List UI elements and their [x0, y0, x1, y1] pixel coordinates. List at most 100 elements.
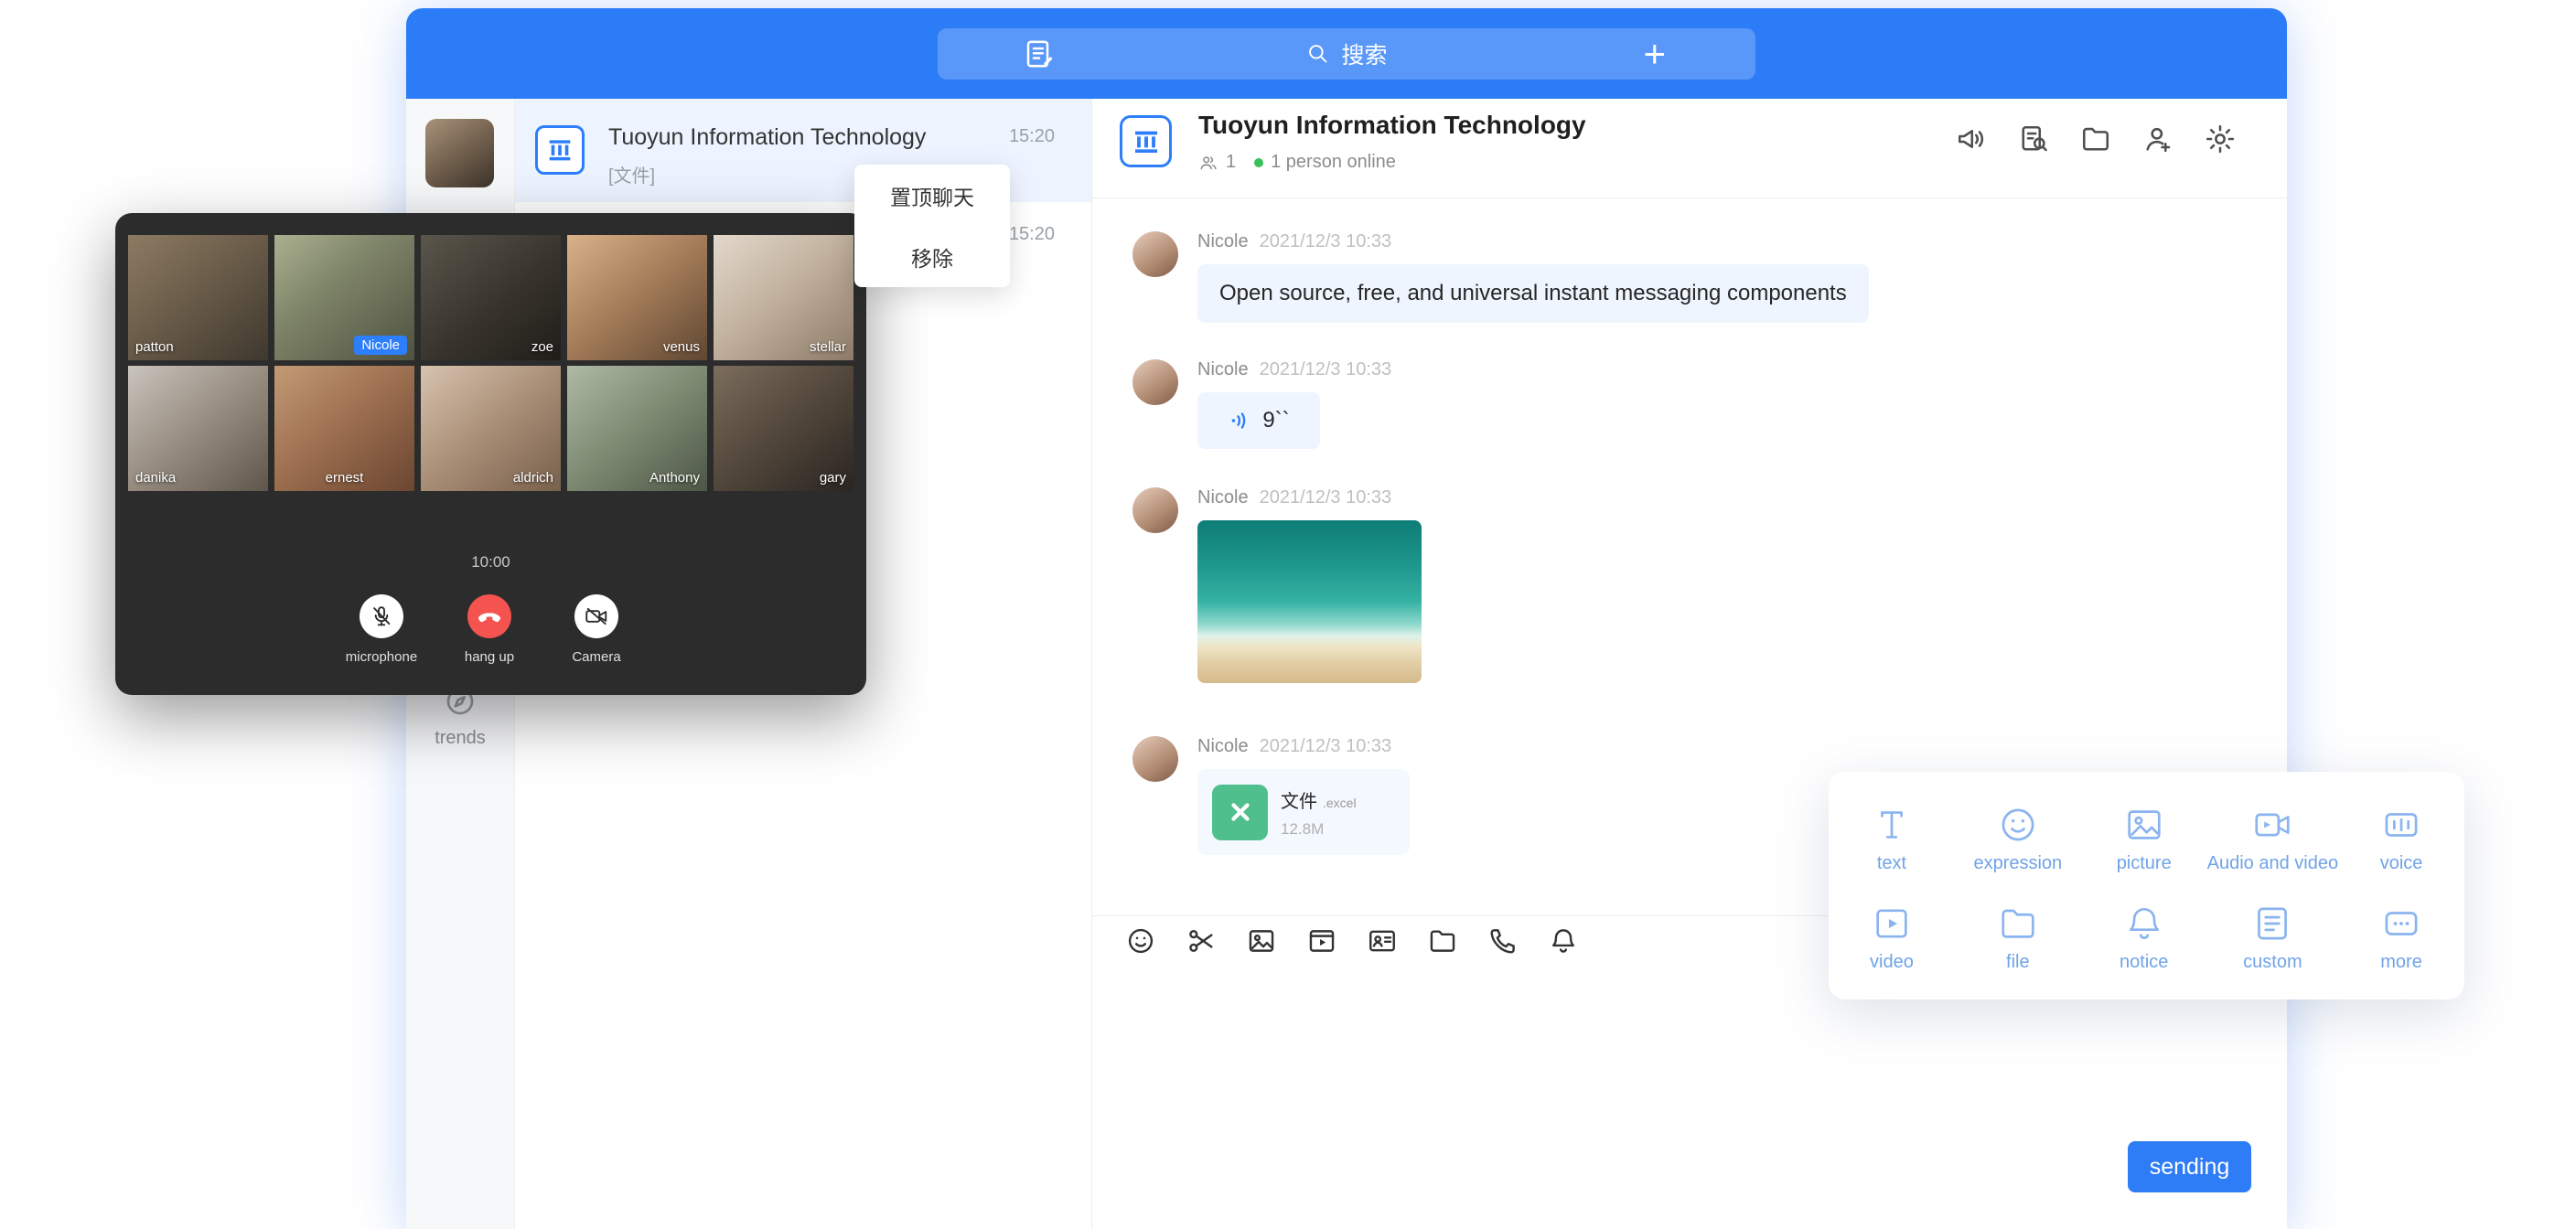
- voice-duration: 9``: [1262, 408, 1289, 433]
- sender-name: Nicole: [1197, 487, 1249, 508]
- files-icon[interactable]: [2079, 123, 2112, 155]
- camera-off-icon[interactable]: [574, 594, 618, 638]
- conversation-title: Tuoyun Information Technology: [608, 124, 926, 151]
- menu-item-remove[interactable]: 移除: [854, 226, 1010, 287]
- search-placeholder: 搜索: [1341, 37, 1387, 70]
- notification-bell-icon[interactable]: [1548, 925, 1579, 956]
- camera-control[interactable]: Camera: [532, 594, 660, 665]
- participant-name: aldrich: [513, 470, 553, 486]
- file-attachment[interactable]: 文件 .excel 12.8M: [1197, 769, 1410, 855]
- image-attachment[interactable]: [1197, 520, 1422, 683]
- file-size: 12.8M: [1281, 820, 1357, 839]
- feature-notice[interactable]: notice: [2081, 889, 2207, 988]
- feature-picture[interactable]: picture: [2081, 790, 2207, 889]
- participant-tile: venus: [567, 235, 707, 360]
- file-folder-icon[interactable]: [1427, 925, 1458, 956]
- send-button[interactable]: sending: [2128, 1141, 2251, 1192]
- excel-file-icon: [1212, 785, 1268, 840]
- mic-off-icon[interactable]: [360, 594, 403, 638]
- participant-name: Anthony: [649, 470, 700, 486]
- feature-custom[interactable]: custom: [2207, 889, 2338, 988]
- emoji-icon: [1997, 804, 2039, 846]
- feature-panel: text expression picture Audio and video …: [1829, 772, 2464, 999]
- search-input[interactable]: 搜索: [1305, 37, 1387, 70]
- members-add-icon[interactable]: [2141, 123, 2174, 155]
- participant-grid: patton Nicole zoe venus stellar danika e…: [128, 235, 853, 491]
- members-icon: [1198, 153, 1218, 173]
- message-time: 2021/12/3 10:33: [1260, 359, 1392, 380]
- chat-history-search-icon[interactable]: [2017, 123, 2050, 155]
- message-time: 2021/12/3 10:33: [1260, 487, 1392, 508]
- message-time: 2021/12/3 10:33: [1260, 231, 1392, 252]
- sender-avatar[interactable]: [1132, 487, 1178, 533]
- text-icon: [1871, 804, 1913, 846]
- member-count: 1: [1226, 152, 1236, 173]
- participant-name: gary: [820, 470, 846, 486]
- video-call-window: patton Nicole zoe venus stellar danika e…: [115, 213, 866, 695]
- sender-avatar[interactable]: [1132, 231, 1178, 277]
- feature-audio-video[interactable]: Audio and video: [2207, 790, 2338, 889]
- hangup-icon[interactable]: [467, 594, 511, 638]
- feature-file[interactable]: file: [1955, 889, 2081, 988]
- participant-name: stellar: [810, 339, 846, 355]
- sender-avatar[interactable]: [1132, 359, 1178, 405]
- trends-label: trends: [435, 728, 486, 749]
- note-icon[interactable]: [1023, 37, 1056, 70]
- document-icon: [2251, 903, 2293, 945]
- participant-tile: ernest: [274, 366, 414, 491]
- picture-icon: [2123, 804, 2165, 846]
- feature-voice[interactable]: voice: [2338, 790, 2464, 889]
- voice-wave-icon: [1228, 408, 1253, 433]
- contact-card-icon[interactable]: [1367, 925, 1398, 956]
- sender-name: Nicole: [1197, 736, 1249, 757]
- voice-icon: [2380, 804, 2422, 846]
- announcement-icon[interactable]: [1955, 123, 1988, 155]
- chat-header: Tuoyun Information Technology 1 1 person…: [1092, 99, 2287, 198]
- search-bar[interactable]: 搜索 +: [938, 28, 1755, 80]
- conversation-context-menu: 置顶聊天 移除: [854, 165, 1010, 287]
- sender-name: Nicole: [1197, 231, 1249, 252]
- feature-more[interactable]: more: [2338, 889, 2464, 988]
- chat-subtitle: 1 1 person online: [1198, 152, 1396, 173]
- control-label: Camera: [572, 649, 620, 665]
- chat-actions: [1955, 123, 2237, 155]
- settings-gear-icon[interactable]: [2204, 123, 2237, 155]
- participant-name: danika: [135, 470, 176, 486]
- sender-name: Nicole: [1197, 359, 1249, 380]
- video-icon[interactable]: [1306, 925, 1337, 956]
- call-phone-icon[interactable]: [1487, 925, 1519, 956]
- group-icon: [1120, 115, 1172, 167]
- menu-item-pin-chat[interactable]: 置顶聊天: [854, 165, 1010, 226]
- call-timer: 10:00: [115, 553, 866, 572]
- chat-title: Tuoyun Information Technology: [1198, 111, 1586, 140]
- search-icon: [1305, 41, 1330, 66]
- participant-tile: stellar: [714, 235, 853, 360]
- chat-panel: Tuoyun Information Technology 1 1 person…: [1092, 99, 2287, 1229]
- emoji-icon[interactable]: [1125, 925, 1156, 956]
- participant-name: venus: [663, 339, 700, 355]
- camera-icon: [2251, 804, 2293, 846]
- plus-button[interactable]: +: [1643, 29, 1666, 79]
- feature-text[interactable]: text: [1829, 790, 1955, 889]
- feature-expression[interactable]: expression: [1955, 790, 2081, 889]
- voice-message-bubble[interactable]: 9``: [1197, 392, 1320, 449]
- top-bar: 搜索 +: [406, 8, 2287, 99]
- feature-video[interactable]: video: [1829, 889, 1955, 988]
- file-name: 文件: [1281, 786, 1317, 813]
- participant-tile: danika: [128, 366, 268, 491]
- participant-tile: Nicole: [274, 235, 414, 360]
- participant-tile: aldrich: [421, 366, 561, 491]
- screenshot-scissors-icon[interactable]: [1186, 925, 1217, 956]
- conversation-time: 15:20: [1009, 126, 1055, 147]
- sender-avatar[interactable]: [1132, 736, 1178, 782]
- group-icon: [535, 125, 585, 175]
- picture-icon[interactable]: [1246, 925, 1277, 956]
- participant-tile: patton: [128, 235, 268, 360]
- control-label: microphone: [346, 649, 417, 665]
- avatar[interactable]: [425, 119, 494, 187]
- participant-name: patton: [135, 339, 174, 355]
- participant-name: Nicole: [354, 336, 407, 355]
- folder-icon: [1997, 903, 2039, 945]
- control-label: hang up: [465, 649, 514, 665]
- message-time: 2021/12/3 10:33: [1260, 736, 1392, 757]
